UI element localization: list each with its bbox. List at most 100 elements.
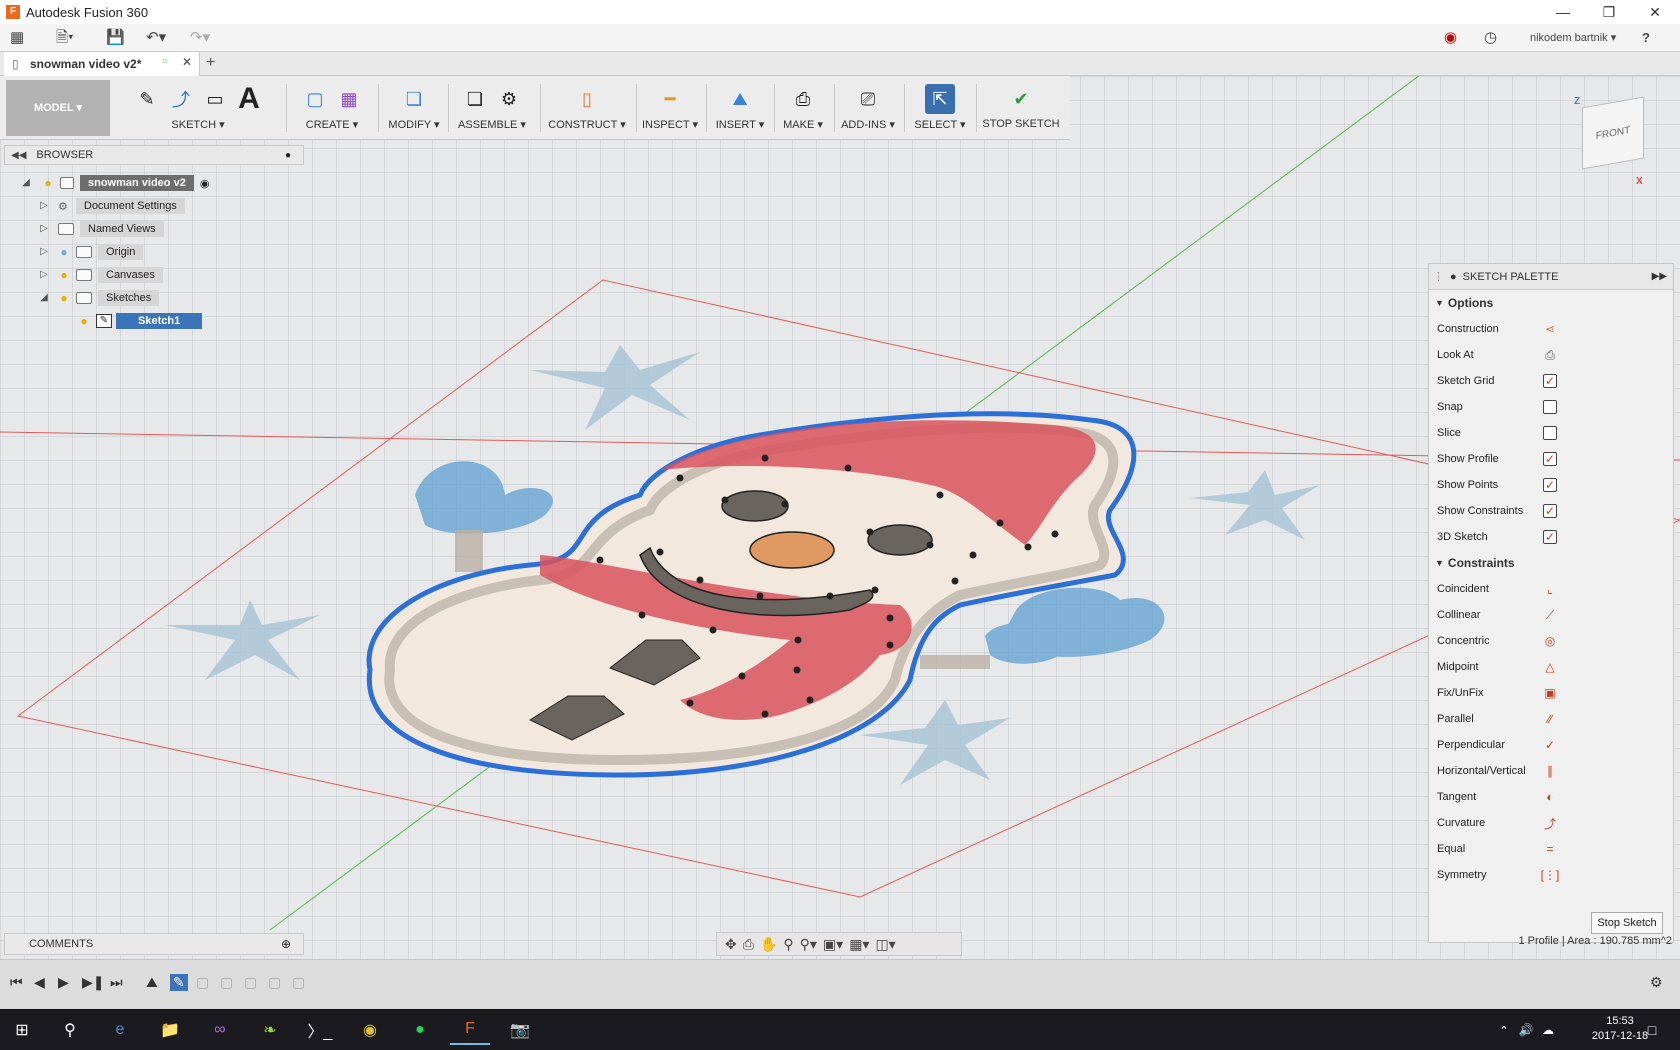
extrude-icon[interactable]: ▢ bbox=[300, 84, 330, 114]
timeline-feature-icon[interactable]: ▢ bbox=[220, 974, 233, 991]
parallel-icon[interactable]: ∕∕ bbox=[1543, 712, 1557, 726]
visual-studio-icon[interactable]: ∞ bbox=[200, 1015, 240, 1045]
constraint-collinear[interactable]: Collinear ⟋ bbox=[1429, 602, 1673, 628]
concentric-icon[interactable]: ◎ bbox=[1543, 634, 1557, 648]
save-icon[interactable]: 💾 bbox=[106, 28, 125, 48]
scripts-icon[interactable]: ⎚ bbox=[853, 84, 883, 114]
close-tab-icon[interactable]: ✕ bbox=[182, 55, 192, 69]
timeline-feature-icon[interactable]: ▢ bbox=[292, 974, 305, 991]
option-show-profile[interactable]: Show Profile ✓ bbox=[1429, 446, 1673, 472]
minimize-button[interactable]: — bbox=[1540, 0, 1586, 24]
fusion-360-taskbar-icon[interactable]: F bbox=[450, 1015, 490, 1045]
browser-item-sketch1[interactable]: ● ✎ Sketch1 bbox=[78, 311, 203, 331]
text-icon[interactable]: A bbox=[234, 82, 264, 115]
assemble-group[interactable]: ❏ ⚙ ASSEMBLE ▾ bbox=[452, 80, 532, 136]
browser-item-canvases[interactable]: ▷ ● Canvases bbox=[38, 265, 163, 285]
slice-checkbox[interactable] bbox=[1543, 426, 1557, 440]
sketch-group[interactable]: ✎ ⤴ ▭ A SKETCH ▾ bbox=[118, 80, 278, 136]
construction-icon[interactable]: ⋖ bbox=[1543, 322, 1557, 336]
network-cloud-icon[interactable]: ☁ bbox=[1528, 1015, 1568, 1045]
coincident-icon[interactable]: ⌞ bbox=[1543, 582, 1557, 596]
constraint-midpoint[interactable]: Midpoint △ bbox=[1429, 654, 1673, 680]
make-group[interactable]: ⎙ MAKE ▾ bbox=[778, 80, 828, 136]
constraint-horizontal-vertical[interactable]: Horizontal/Vertical ∥ bbox=[1429, 758, 1673, 784]
offset-plane-icon[interactable]: ▯ bbox=[572, 84, 602, 114]
horizontal-vertical-icon[interactable]: ∥ bbox=[1543, 764, 1557, 778]
rectangle-icon[interactable]: ▭ bbox=[200, 84, 230, 114]
notifications-icon[interactable]: □ bbox=[1632, 1015, 1672, 1045]
perpendicular-icon[interactable]: ✓ bbox=[1543, 738, 1557, 752]
constraint-equal[interactable]: Equal = bbox=[1429, 836, 1673, 862]
grid-settings-icon[interactable]: ▦▾ bbox=[849, 936, 869, 953]
redo-icon[interactable]: ↷▾ bbox=[190, 28, 210, 48]
fit-zoom-icon[interactable]: ⚲▾ bbox=[800, 936, 817, 953]
browser-root-item[interactable]: ◢ ● snowman video v2 ◉ bbox=[20, 173, 209, 193]
workspace-switcher[interactable]: MODEL ▾ bbox=[6, 80, 110, 136]
palette-grip-icon[interactable]: ⋮ bbox=[1433, 270, 1444, 283]
collapsed-triangle-icon[interactable]: ▷ bbox=[38, 200, 50, 212]
timeline-start-icon[interactable]: ⏮ bbox=[10, 974, 23, 991]
terminal-icon[interactable]: 〉_ bbox=[300, 1015, 340, 1045]
collapsed-triangle-icon[interactable]: ▷ bbox=[38, 269, 50, 281]
select-group[interactable]: ⇱ SELECT ▾ bbox=[910, 80, 970, 136]
browser-item-sketches[interactable]: ◢ ● Sketches bbox=[38, 288, 160, 308]
measure-icon[interactable]: ━ bbox=[655, 84, 685, 114]
palette-expand-icon[interactable]: ▶▶ bbox=[1652, 271, 1667, 282]
option-slice[interactable]: Slice bbox=[1429, 420, 1673, 446]
visibility-bulb-icon[interactable]: ● bbox=[58, 269, 70, 281]
look-at-icon[interactable]: ⎙ bbox=[1543, 348, 1557, 362]
add-comment-icon[interactable]: ⊕ bbox=[281, 937, 291, 951]
record-icon[interactable]: ◉ bbox=[1444, 28, 1457, 48]
data-panel-grid-icon[interactable]: ▦ bbox=[10, 28, 24, 48]
constraint-curvature[interactable]: Curvature ⤴ bbox=[1429, 810, 1673, 836]
search-icon[interactable]: ⚲ bbox=[50, 1015, 90, 1045]
stop-sketch-button[interactable]: Stop Sketch bbox=[1591, 912, 1663, 934]
timeline-next-icon[interactable]: ▶❚ bbox=[82, 974, 105, 991]
construct-group[interactable]: ▯ CONSTRUCT ▾ bbox=[544, 80, 630, 136]
collapse-browser-icon[interactable]: ◀◀ bbox=[11, 150, 26, 161]
option-look-at[interactable]: Look At ⎙ bbox=[1429, 342, 1673, 368]
visibility-bulb-icon[interactable]: ● bbox=[58, 292, 70, 304]
option-sketch-grid[interactable]: Sketch Grid ✓ bbox=[1429, 368, 1673, 394]
sketch-grid-checkbox[interactable]: ✓ bbox=[1543, 374, 1557, 388]
insert-image-icon[interactable]: ⛰ bbox=[725, 84, 755, 114]
show-profile-checkbox[interactable]: ✓ bbox=[1543, 452, 1557, 466]
new-component-icon[interactable]: ❏ bbox=[460, 84, 490, 114]
constraints-section-header[interactable]: ▼ Constraints bbox=[1429, 550, 1673, 576]
restore-button[interactable]: ❐ bbox=[1586, 0, 1632, 24]
add-ins-group[interactable]: ⎚ ADD-INS ▾ bbox=[838, 80, 898, 136]
snap-checkbox[interactable] bbox=[1543, 400, 1557, 414]
stop-sketch-group[interactable]: ✔ STOP SKETCH bbox=[980, 80, 1062, 136]
activate-radio-icon[interactable]: ◉ bbox=[200, 177, 210, 190]
option-show-constraints[interactable]: Show Constraints ✓ bbox=[1429, 498, 1673, 524]
new-tab-icon[interactable]: + bbox=[206, 54, 215, 72]
camera-app-icon[interactable]: 📷 bbox=[500, 1015, 540, 1045]
timeline-play-icon[interactable]: ▶ bbox=[58, 974, 69, 991]
visibility-bulb-icon[interactable]: ● bbox=[58, 246, 70, 258]
document-tab[interactable]: ▯ snowman video v2* ○ ✕ bbox=[4, 52, 200, 76]
zoom-icon[interactable]: ⚲ bbox=[783, 936, 793, 953]
browser-item-named-views[interactable]: ▷ Named Views bbox=[38, 219, 164, 239]
tangent-icon[interactable]: ◐ bbox=[1543, 790, 1557, 804]
option-show-points[interactable]: Show Points ✓ bbox=[1429, 472, 1673, 498]
symmetry-icon[interactable]: [⋮] bbox=[1541, 868, 1560, 882]
expanded-triangle-icon[interactable]: ◢ bbox=[20, 177, 32, 189]
timeline-prev-icon[interactable]: ◀ bbox=[34, 974, 45, 991]
display-settings-icon[interactable]: ▣▾ bbox=[823, 936, 843, 953]
inspect-group[interactable]: ━ INSPECT ▾ bbox=[640, 80, 700, 136]
timeline-settings-gear-icon[interactable]: ⚙ bbox=[1650, 974, 1663, 991]
constraint-concentric[interactable]: Concentric ◎ bbox=[1429, 628, 1673, 654]
timeline-feature-icon[interactable]: ▢ bbox=[196, 974, 209, 991]
viewports-icon[interactable]: ◫▾ bbox=[875, 936, 895, 953]
palette-minimize-icon[interactable]: ● bbox=[1450, 271, 1457, 283]
visibility-bulb-icon[interactable]: ● bbox=[78, 315, 90, 327]
timeline-end-icon[interactable]: ⏭ bbox=[110, 974, 123, 991]
spotify-icon[interactable]: ● bbox=[400, 1015, 440, 1045]
browser-item-origin[interactable]: ▷ ● Origin bbox=[38, 242, 144, 262]
curvature-icon[interactable]: ⤴ bbox=[1543, 816, 1557, 831]
job-status-clock-icon[interactable]: ◷ bbox=[1484, 28, 1497, 48]
constraint-symmetry[interactable]: Symmetry [⋮] bbox=[1429, 862, 1673, 888]
collinear-icon[interactable]: ⟋ bbox=[1543, 608, 1557, 622]
create-sketch-icon[interactable]: ✎ bbox=[132, 84, 162, 114]
app-leaf-icon[interactable]: ❧ bbox=[250, 1015, 290, 1045]
